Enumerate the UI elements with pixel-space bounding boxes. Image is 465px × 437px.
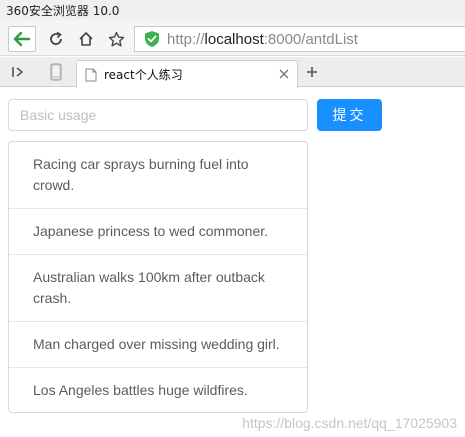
sidebar-toggle-icon xyxy=(12,67,24,77)
page-icon xyxy=(85,67,99,83)
todo-input[interactable] xyxy=(9,100,307,130)
home-icon xyxy=(79,32,93,46)
tab-close-button[interactable] xyxy=(277,67,291,81)
navigation-bar: http://localhost:8000/antdList xyxy=(0,20,465,56)
window-title-bar: 360安全浏览器 10.0 xyxy=(0,0,465,20)
home-button[interactable] xyxy=(72,26,100,52)
list-item: Racing car sprays burning fuel into crow… xyxy=(9,142,307,209)
url-text: http://localhost:8000/antdList xyxy=(167,31,358,48)
close-icon xyxy=(279,69,289,79)
back-button[interactable] xyxy=(8,26,36,52)
bookmark-button[interactable] xyxy=(102,26,130,52)
todo-list: Racing car sprays burning fuel into crow… xyxy=(8,141,308,413)
security-shield[interactable] xyxy=(141,28,163,50)
new-tab-button[interactable] xyxy=(302,61,322,83)
todo-input-wrapper xyxy=(8,99,308,131)
submit-button[interactable]: 提交 xyxy=(317,99,382,131)
address-bar[interactable]: http://localhost:8000/antdList xyxy=(134,26,465,52)
security-shield-icon xyxy=(145,31,159,47)
tab-strip: react个人练习 xyxy=(0,57,465,88)
plus-icon xyxy=(307,67,317,77)
list-item: Australian walks 100km after outback cra… xyxy=(9,255,307,322)
back-arrow-icon xyxy=(13,31,31,47)
list-item: Los Angeles battles huge wildfires. xyxy=(33,382,248,398)
refresh-button[interactable] xyxy=(42,26,70,52)
window-title: 360安全浏览器 10.0 xyxy=(6,4,120,18)
tab-active[interactable]: react个人练习 xyxy=(76,60,298,88)
sidebar-toggle-button[interactable] xyxy=(6,61,30,83)
url-path: :8000/antdList xyxy=(263,30,358,48)
tab-title: react个人练习 xyxy=(104,68,183,82)
url-protocol: http:// xyxy=(167,30,205,48)
url-host: localhost xyxy=(204,30,264,48)
mobile-view-button[interactable] xyxy=(44,61,68,83)
mobile-icon xyxy=(50,63,62,81)
list-item: Japanese princess to wed commoner. xyxy=(9,209,307,255)
watermark-text: https://blog.csdn.net/qq_17025903 xyxy=(242,415,457,431)
list-item: Man charged over missing wedding girl. xyxy=(9,322,307,368)
star-icon xyxy=(108,31,124,46)
refresh-icon xyxy=(50,31,62,45)
